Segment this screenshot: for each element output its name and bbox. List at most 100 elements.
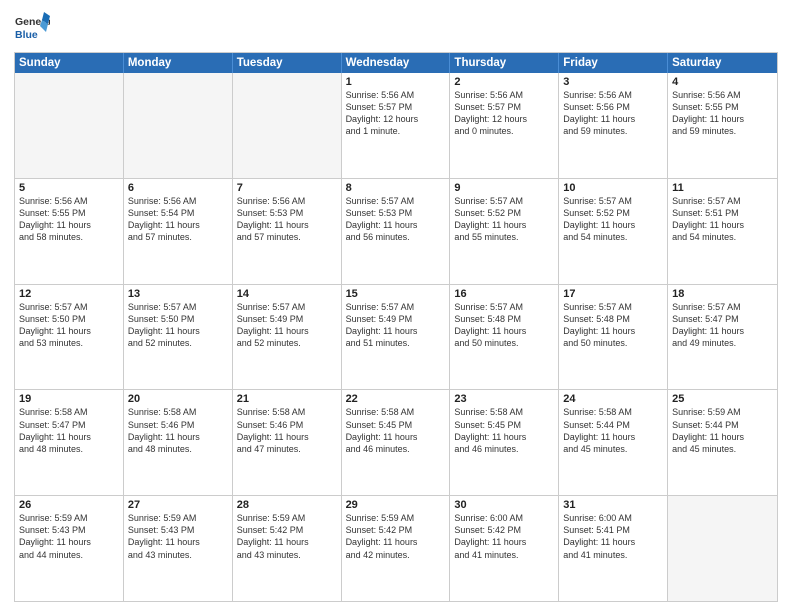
day-number: 19 xyxy=(19,393,119,405)
day-number: 31 xyxy=(563,499,663,511)
cell-info-line: Sunset: 5:50 PM xyxy=(128,313,228,325)
cell-info-line: and 59 minutes. xyxy=(672,125,773,137)
cell-info-line: Sunset: 5:46 PM xyxy=(128,419,228,431)
calendar-cell: 12Sunrise: 5:57 AMSunset: 5:50 PMDayligh… xyxy=(15,285,124,390)
cell-info-line: Sunrise: 5:58 AM xyxy=(19,406,119,418)
day-number: 2 xyxy=(454,76,554,88)
cell-info-line: and 55 minutes. xyxy=(454,231,554,243)
svg-text:Blue: Blue xyxy=(15,29,38,41)
cell-info-line: Sunrise: 5:57 AM xyxy=(346,301,446,313)
cell-info-line: and 53 minutes. xyxy=(19,337,119,349)
day-number: 4 xyxy=(672,76,773,88)
calendar-cell: 9Sunrise: 5:57 AMSunset: 5:52 PMDaylight… xyxy=(450,179,559,284)
cell-info-line: Sunset: 5:49 PM xyxy=(346,313,446,325)
calendar-cell: 24Sunrise: 5:58 AMSunset: 5:44 PMDayligh… xyxy=(559,390,668,495)
cell-info-line: and 46 minutes. xyxy=(454,443,554,455)
cell-info-line: Sunset: 5:44 PM xyxy=(672,419,773,431)
cell-info-line: and 45 minutes. xyxy=(563,443,663,455)
calendar-cell: 25Sunrise: 5:59 AMSunset: 5:44 PMDayligh… xyxy=(668,390,777,495)
cell-info-line: Sunrise: 5:58 AM xyxy=(128,406,228,418)
cell-info-line: Sunrise: 5:58 AM xyxy=(454,406,554,418)
calendar-cell: 23Sunrise: 5:58 AMSunset: 5:45 PMDayligh… xyxy=(450,390,559,495)
cell-info-line: Sunset: 5:53 PM xyxy=(237,207,337,219)
day-number: 5 xyxy=(19,182,119,194)
calendar-cell: 7Sunrise: 5:56 AMSunset: 5:53 PMDaylight… xyxy=(233,179,342,284)
day-header-saturday: Saturday xyxy=(668,53,777,73)
cell-info-line: Sunset: 5:57 PM xyxy=(346,101,446,113)
cell-info-line: Daylight: 11 hours xyxy=(563,113,663,125)
cell-info-line: Sunset: 5:42 PM xyxy=(237,524,337,536)
day-header-friday: Friday xyxy=(559,53,668,73)
cell-info-line: Daylight: 11 hours xyxy=(346,219,446,231)
calendar: SundayMondayTuesdayWednesdayThursdayFrid… xyxy=(14,52,778,602)
cell-info-line: Sunrise: 5:56 AM xyxy=(237,195,337,207)
cell-info-line: Sunset: 5:44 PM xyxy=(563,419,663,431)
cell-info-line: Sunrise: 5:56 AM xyxy=(346,89,446,101)
cell-info-line: and 42 minutes. xyxy=(346,549,446,561)
cell-info-line: Daylight: 11 hours xyxy=(672,431,773,443)
calendar-cell: 6Sunrise: 5:56 AMSunset: 5:54 PMDaylight… xyxy=(124,179,233,284)
cell-info-line: and 59 minutes. xyxy=(563,125,663,137)
cell-info-line: Daylight: 12 hours xyxy=(454,113,554,125)
day-number: 29 xyxy=(346,499,446,511)
cell-info-line: Sunrise: 5:57 AM xyxy=(19,301,119,313)
cell-info-line: and 43 minutes. xyxy=(237,549,337,561)
cell-info-line: and 48 minutes. xyxy=(19,443,119,455)
cell-info-line: Sunrise: 5:57 AM xyxy=(672,195,773,207)
calendar-cell: 8Sunrise: 5:57 AMSunset: 5:53 PMDaylight… xyxy=(342,179,451,284)
day-number: 27 xyxy=(128,499,228,511)
calendar-header: SundayMondayTuesdayWednesdayThursdayFrid… xyxy=(15,53,777,73)
cell-info-line: Daylight: 12 hours xyxy=(346,113,446,125)
cell-info-line: Daylight: 11 hours xyxy=(563,219,663,231)
day-number: 11 xyxy=(672,182,773,194)
cell-info-line: Sunset: 5:51 PM xyxy=(672,207,773,219)
cell-info-line: Sunrise: 5:57 AM xyxy=(563,301,663,313)
calendar-cell: 19Sunrise: 5:58 AMSunset: 5:47 PMDayligh… xyxy=(15,390,124,495)
cell-info-line: Sunset: 5:50 PM xyxy=(19,313,119,325)
cell-info-line: Sunset: 5:43 PM xyxy=(19,524,119,536)
calendar-cell: 31Sunrise: 6:00 AMSunset: 5:41 PMDayligh… xyxy=(559,496,668,601)
cell-info-line: Sunset: 5:57 PM xyxy=(454,101,554,113)
day-number: 20 xyxy=(128,393,228,405)
calendar-cell: 10Sunrise: 5:57 AMSunset: 5:52 PMDayligh… xyxy=(559,179,668,284)
cell-info-line: Sunrise: 5:59 AM xyxy=(128,512,228,524)
calendar-cell: 3Sunrise: 5:56 AMSunset: 5:56 PMDaylight… xyxy=(559,73,668,178)
cell-info-line: Sunrise: 5:57 AM xyxy=(563,195,663,207)
cell-info-line: Sunrise: 5:57 AM xyxy=(237,301,337,313)
cell-info-line: Sunrise: 5:56 AM xyxy=(672,89,773,101)
cell-info-line: Sunset: 5:47 PM xyxy=(19,419,119,431)
day-number: 23 xyxy=(454,393,554,405)
day-header-thursday: Thursday xyxy=(450,53,559,73)
cell-info-line: Sunrise: 5:57 AM xyxy=(454,195,554,207)
calendar-cell: 15Sunrise: 5:57 AMSunset: 5:49 PMDayligh… xyxy=(342,285,451,390)
calendar-row: 5Sunrise: 5:56 AMSunset: 5:55 PMDaylight… xyxy=(15,178,777,284)
calendar-cell: 2Sunrise: 5:56 AMSunset: 5:57 PMDaylight… xyxy=(450,73,559,178)
cell-info-line: and 52 minutes. xyxy=(128,337,228,349)
cell-info-line: and 41 minutes. xyxy=(563,549,663,561)
day-number: 21 xyxy=(237,393,337,405)
cell-info-line: Daylight: 11 hours xyxy=(128,325,228,337)
calendar-cell: 18Sunrise: 5:57 AMSunset: 5:47 PMDayligh… xyxy=(668,285,777,390)
cell-info-line: and 48 minutes. xyxy=(128,443,228,455)
cell-info-line: Sunset: 5:55 PM xyxy=(672,101,773,113)
cell-info-line: and 58 minutes. xyxy=(19,231,119,243)
cell-info-line: Daylight: 11 hours xyxy=(19,536,119,548)
cell-info-line: Sunrise: 5:57 AM xyxy=(454,301,554,313)
cell-info-line: and 57 minutes. xyxy=(237,231,337,243)
day-number: 12 xyxy=(19,288,119,300)
cell-info-line: Sunset: 5:54 PM xyxy=(128,207,228,219)
calendar-cell xyxy=(15,73,124,178)
header: General Blue xyxy=(14,10,778,46)
cell-info-line: Sunset: 5:56 PM xyxy=(563,101,663,113)
cell-info-line: Sunset: 5:53 PM xyxy=(346,207,446,219)
calendar-cell: 17Sunrise: 5:57 AMSunset: 5:48 PMDayligh… xyxy=(559,285,668,390)
cell-info-line: Daylight: 11 hours xyxy=(128,431,228,443)
cell-info-line: Sunset: 5:55 PM xyxy=(19,207,119,219)
calendar-body: 1Sunrise: 5:56 AMSunset: 5:57 PMDaylight… xyxy=(15,73,777,601)
calendar-cell: 11Sunrise: 5:57 AMSunset: 5:51 PMDayligh… xyxy=(668,179,777,284)
cell-info-line: Sunrise: 5:56 AM xyxy=(19,195,119,207)
calendar-cell: 21Sunrise: 5:58 AMSunset: 5:46 PMDayligh… xyxy=(233,390,342,495)
cell-info-line: Daylight: 11 hours xyxy=(563,536,663,548)
calendar-cell xyxy=(668,496,777,601)
cell-info-line: and 45 minutes. xyxy=(672,443,773,455)
